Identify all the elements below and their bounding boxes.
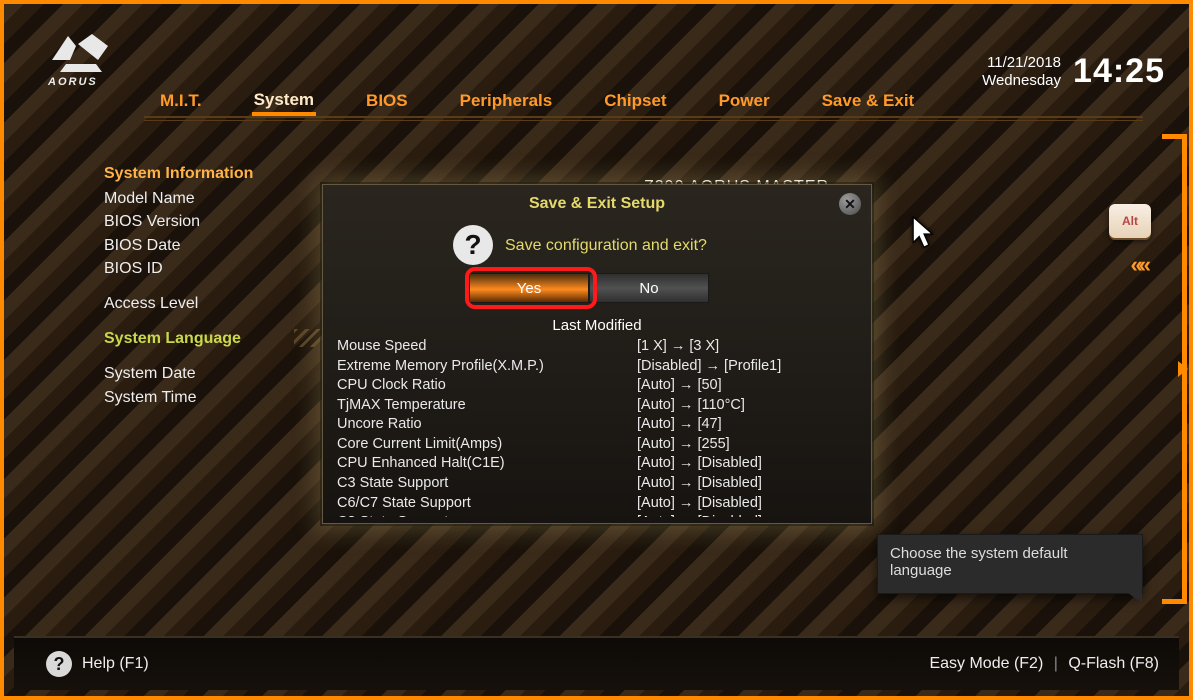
- top-menu: M.I.T. System BIOS Peripherals Chipset P…: [144, 84, 1143, 118]
- dialog-buttons: Yes No: [469, 273, 709, 303]
- side-bracket-icon: [1151, 134, 1187, 604]
- tooltip-text: Choose the system default language: [890, 545, 1068, 579]
- menu-power[interactable]: Power: [717, 87, 772, 115]
- change-value: [Disabled] → [Profile1]: [633, 357, 861, 377]
- change-key: Mouse Speed: [333, 337, 633, 357]
- change-value: [Auto] → [Disabled]: [633, 474, 861, 494]
- footer-bar: ? Help (F1) Easy Mode (F2) | Q-Flash (F8…: [14, 636, 1179, 690]
- menu-divider: [144, 120, 1143, 121]
- change-row: Core Current Limit(Amps)[Auto] → [255]: [333, 435, 861, 455]
- change-row: CPU Clock Ratio[Auto] → [50]: [333, 376, 861, 396]
- change-value: [Auto] → [47]: [633, 415, 861, 435]
- no-button[interactable]: No: [589, 273, 709, 303]
- close-icon[interactable]: ✕: [839, 193, 861, 215]
- cursor-icon: [912, 216, 936, 246]
- change-value: [Auto] → [255]: [633, 435, 861, 455]
- menu-chipset[interactable]: Chipset: [602, 87, 668, 115]
- yes-button[interactable]: Yes: [469, 273, 589, 303]
- menu-save-exit[interactable]: Save & Exit: [820, 87, 917, 115]
- row-bios-date[interactable]: BIOS Date: [104, 234, 344, 257]
- change-row: TjMAX Temperature[Auto] → [110°C]: [333, 396, 861, 416]
- alt-key-icon[interactable]: Alt: [1109, 204, 1151, 238]
- help-tooltip: Choose the system default language: [877, 534, 1143, 594]
- qflash-button[interactable]: Q-Flash (F8): [1068, 655, 1159, 672]
- row-bios-version[interactable]: BIOS Version: [104, 210, 344, 233]
- save-exit-dialog: Save & Exit Setup ✕ ? Save configuration…: [322, 184, 872, 524]
- row-bios-id[interactable]: BIOS ID: [104, 257, 344, 280]
- change-value: [Auto] → [110°C]: [633, 396, 861, 416]
- question-icon: ?: [453, 225, 493, 265]
- menu-peripherals[interactable]: Peripherals: [458, 87, 555, 115]
- change-key: Core Current Limit(Amps): [333, 435, 633, 455]
- change-value: [Auto] → [50]: [633, 376, 861, 396]
- change-row: CPU Enhanced Halt(C1E)[Auto] → [Disabled…: [333, 454, 861, 474]
- change-key: CPU Clock Ratio: [333, 376, 633, 396]
- menu-bios[interactable]: BIOS: [364, 87, 410, 115]
- row-system-language[interactable]: System Language: [104, 330, 241, 347]
- change-row: Uncore Ratio[Auto] → [47]: [333, 415, 861, 435]
- change-row: C3 State Support[Auto] → [Disabled]: [333, 474, 861, 494]
- section-system-information: System Information: [104, 162, 344, 185]
- change-row: Mouse Speed[1 X] → [3 X]: [333, 337, 861, 357]
- row-model-name[interactable]: Model Name: [104, 187, 344, 210]
- change-row: Extreme Memory Profile(X.M.P.)[Disabled]…: [333, 357, 861, 377]
- help-icon[interactable]: ?: [46, 651, 72, 677]
- change-key: C3 State Support: [333, 474, 633, 494]
- footer-separator: |: [1054, 655, 1058, 672]
- row-system-time[interactable]: System Time: [104, 386, 344, 409]
- brand-text: AORUS: [48, 76, 122, 88]
- last-modified-label: Last Modified: [323, 317, 871, 334]
- change-key: C8 State Support: [333, 513, 633, 517]
- menu-divider: [144, 116, 1143, 118]
- change-key: Extreme Memory Profile(X.M.P.): [333, 357, 633, 377]
- clock-date: 11/21/2018: [982, 54, 1061, 73]
- changes-table[interactable]: Mouse Speed[1 X] → [3 X]Extreme Memory P…: [333, 337, 861, 517]
- help-label[interactable]: Help (F1): [82, 655, 149, 673]
- dialog-title: Save & Exit Setup: [323, 185, 871, 213]
- change-value: [Auto] → [Disabled]: [633, 513, 861, 517]
- menu-mit[interactable]: M.I.T.: [158, 87, 204, 115]
- change-key: CPU Enhanced Halt(C1E): [333, 454, 633, 474]
- change-key: Uncore Ratio: [333, 415, 633, 435]
- change-value: [1 X] → [3 X]: [633, 337, 861, 357]
- row-access-level[interactable]: Access Level: [104, 292, 344, 315]
- change-key: TjMAX Temperature: [333, 396, 633, 416]
- change-value: [Auto] → [Disabled]: [633, 494, 861, 514]
- dialog-message: Save configuration and exit?: [505, 237, 707, 255]
- easy-mode-button[interactable]: Easy Mode (F2): [929, 655, 1043, 672]
- change-row: C6/C7 State Support[Auto] → [Disabled]: [333, 494, 861, 514]
- row-system-date[interactable]: System Date: [104, 362, 344, 385]
- settings-panel: System Information Model Name BIOS Versi…: [104, 162, 344, 409]
- change-key: C6/C7 State Support: [333, 494, 633, 514]
- aorus-logo: AORUS: [48, 30, 122, 98]
- collapse-chevrons-icon[interactable]: ««: [1131, 252, 1147, 278]
- change-value: [Auto] → [Disabled]: [633, 454, 861, 474]
- bios-screen: AORUS 11/21/2018 Wednesday 14:25 M.I.T. …: [0, 0, 1193, 700]
- menu-system[interactable]: System: [252, 86, 316, 116]
- change-row: C8 State Support[Auto] → [Disabled]: [333, 513, 861, 517]
